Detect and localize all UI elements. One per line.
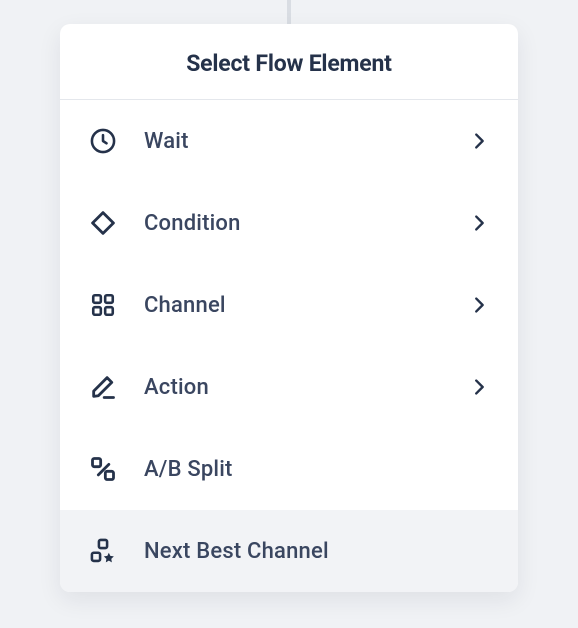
- flow-item-label: A/B Split: [144, 457, 490, 482]
- flow-item-label: Next Best Channel: [144, 539, 490, 564]
- flow-item-ab-split[interactable]: A/B Split: [60, 428, 518, 510]
- flow-item-action[interactable]: Action: [60, 346, 518, 428]
- clock-icon: [88, 126, 118, 156]
- flow-item-next-best-channel[interactable]: Next Best Channel: [60, 510, 518, 592]
- flow-item-label: Action: [144, 375, 468, 400]
- diamond-icon: [88, 208, 118, 238]
- grid-icon: [88, 290, 118, 320]
- absplit-icon: [88, 454, 118, 484]
- flow-item-label: Channel: [144, 293, 468, 318]
- flow-item-wait[interactable]: Wait: [60, 100, 518, 182]
- select-flow-element-modal: Select Flow Element Wait Condition: [60, 24, 518, 592]
- edit-icon: [88, 372, 118, 402]
- chevron-right-icon: [468, 294, 490, 316]
- flow-item-condition[interactable]: Condition: [60, 182, 518, 264]
- flow-element-list: Wait Condition Channel: [60, 100, 518, 592]
- nextbest-icon: [88, 536, 118, 566]
- chevron-right-icon: [468, 376, 490, 398]
- chevron-right-icon: [468, 130, 490, 152]
- flow-item-label: Wait: [144, 129, 468, 154]
- chevron-right-icon: [468, 212, 490, 234]
- modal-title: Select Flow Element: [60, 24, 518, 100]
- flow-item-channel[interactable]: Channel: [60, 264, 518, 346]
- flow-item-label: Condition: [144, 211, 468, 236]
